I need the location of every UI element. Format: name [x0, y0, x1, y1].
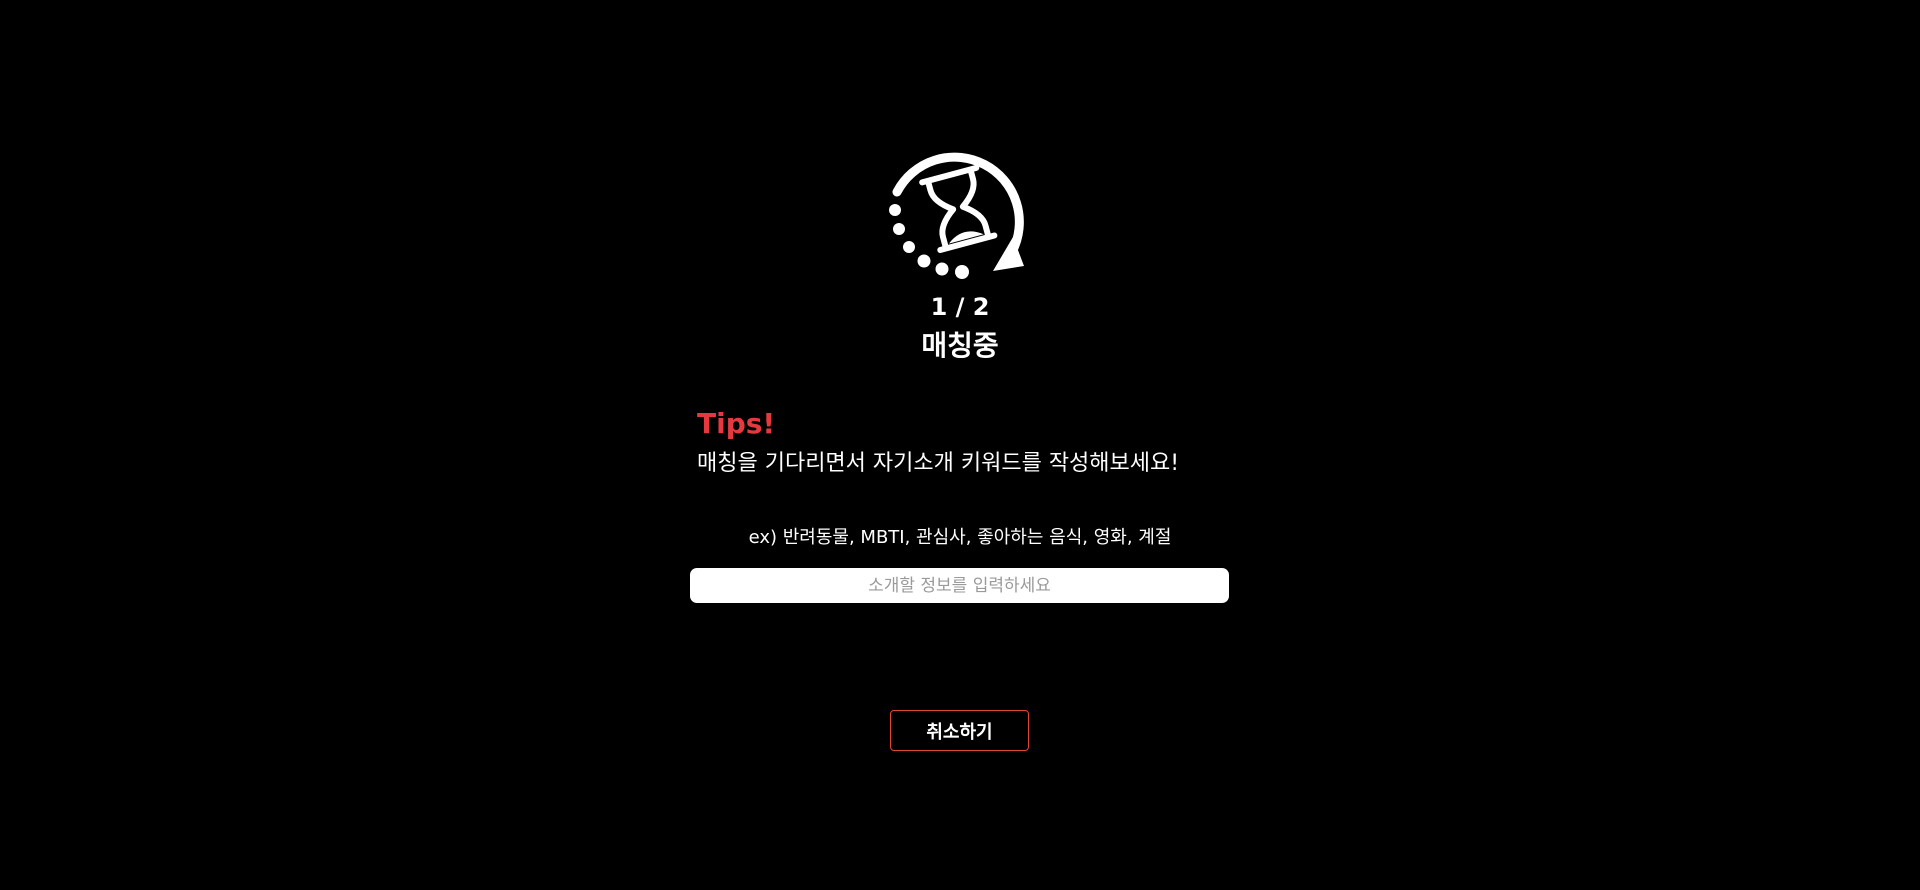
match-progress-counter: 1 / 2 — [930, 293, 990, 321]
cancel-button[interactable]: 취소하기 — [890, 710, 1029, 751]
example-keywords: ex) 반려동물, MBTI, 관심사, 좋아하는 음식, 영화, 계절 — [748, 527, 1172, 548]
matching-page: 1 / 2 매칭중 Tips! 매칭을 기다리면서 자기소개 키워드를 작성해보… — [0, 0, 1920, 890]
hourglass-loading-icon — [889, 152, 1024, 279]
tips-title: Tips! — [697, 407, 776, 440]
tips-text: 매칭을 기다리면서 자기소개 키워드를 작성해보세요! — [697, 451, 1180, 476]
matching-status: 매칭중 — [921, 329, 999, 362]
self-intro-input[interactable] — [690, 568, 1229, 603]
